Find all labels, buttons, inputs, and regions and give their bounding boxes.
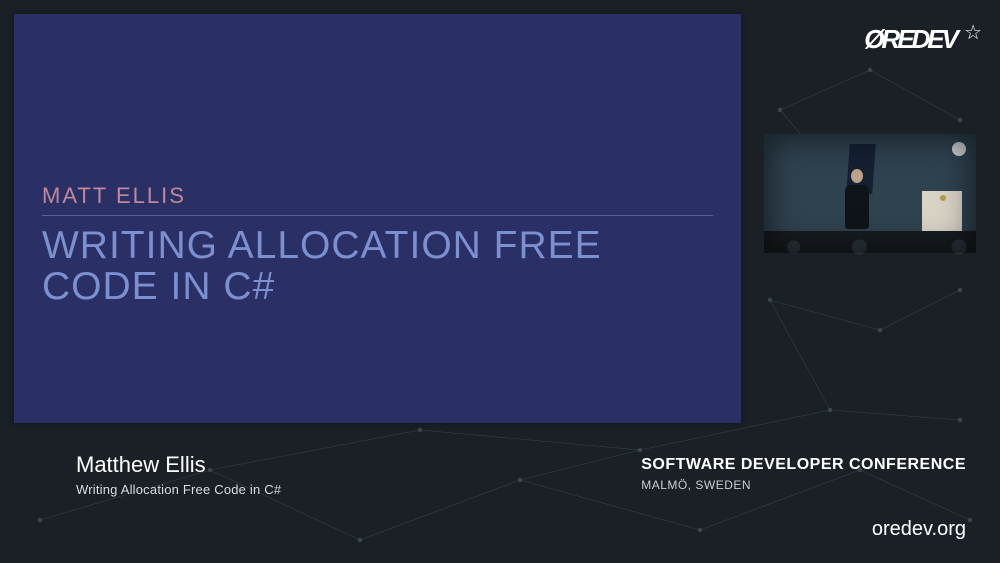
presentation-slide: MATT ELLIS WRITING ALLOCATION FREE CODE … <box>14 14 741 423</box>
presenter-name: Matthew Ellis <box>76 452 281 478</box>
brand-logo: ØREDEV <box>864 24 956 55</box>
conference-name: SOFTWARE DEVELOPER CONFERENCE <box>641 456 966 474</box>
camera-vignette <box>764 134 976 253</box>
slide-content: MATT ELLIS WRITING ALLOCATION FREE CODE … <box>42 183 713 308</box>
star-icon: ☆ <box>964 20 982 45</box>
video-frame: MATT ELLIS WRITING ALLOCATION FREE CODE … <box>0 0 1000 563</box>
conference-location: MALMÖ, SWEDEN <box>641 478 966 492</box>
slide-title: WRITING ALLOCATION FREE CODE IN C# <box>42 226 713 308</box>
speaker-camera-thumbnail <box>764 134 976 253</box>
lower-third-left: Matthew Ellis Writing Allocation Free Co… <box>76 452 281 497</box>
slide-speaker-name: MATT ELLIS <box>42 183 713 216</box>
lower-third-right: SOFTWARE DEVELOPER CONFERENCE MALMÖ, SWE… <box>641 456 966 492</box>
logo-text: ØREDEV <box>864 24 956 54</box>
presenter-subtitle: Writing Allocation Free Code in C# <box>76 482 281 497</box>
website-url: oredev.org <box>872 518 966 541</box>
